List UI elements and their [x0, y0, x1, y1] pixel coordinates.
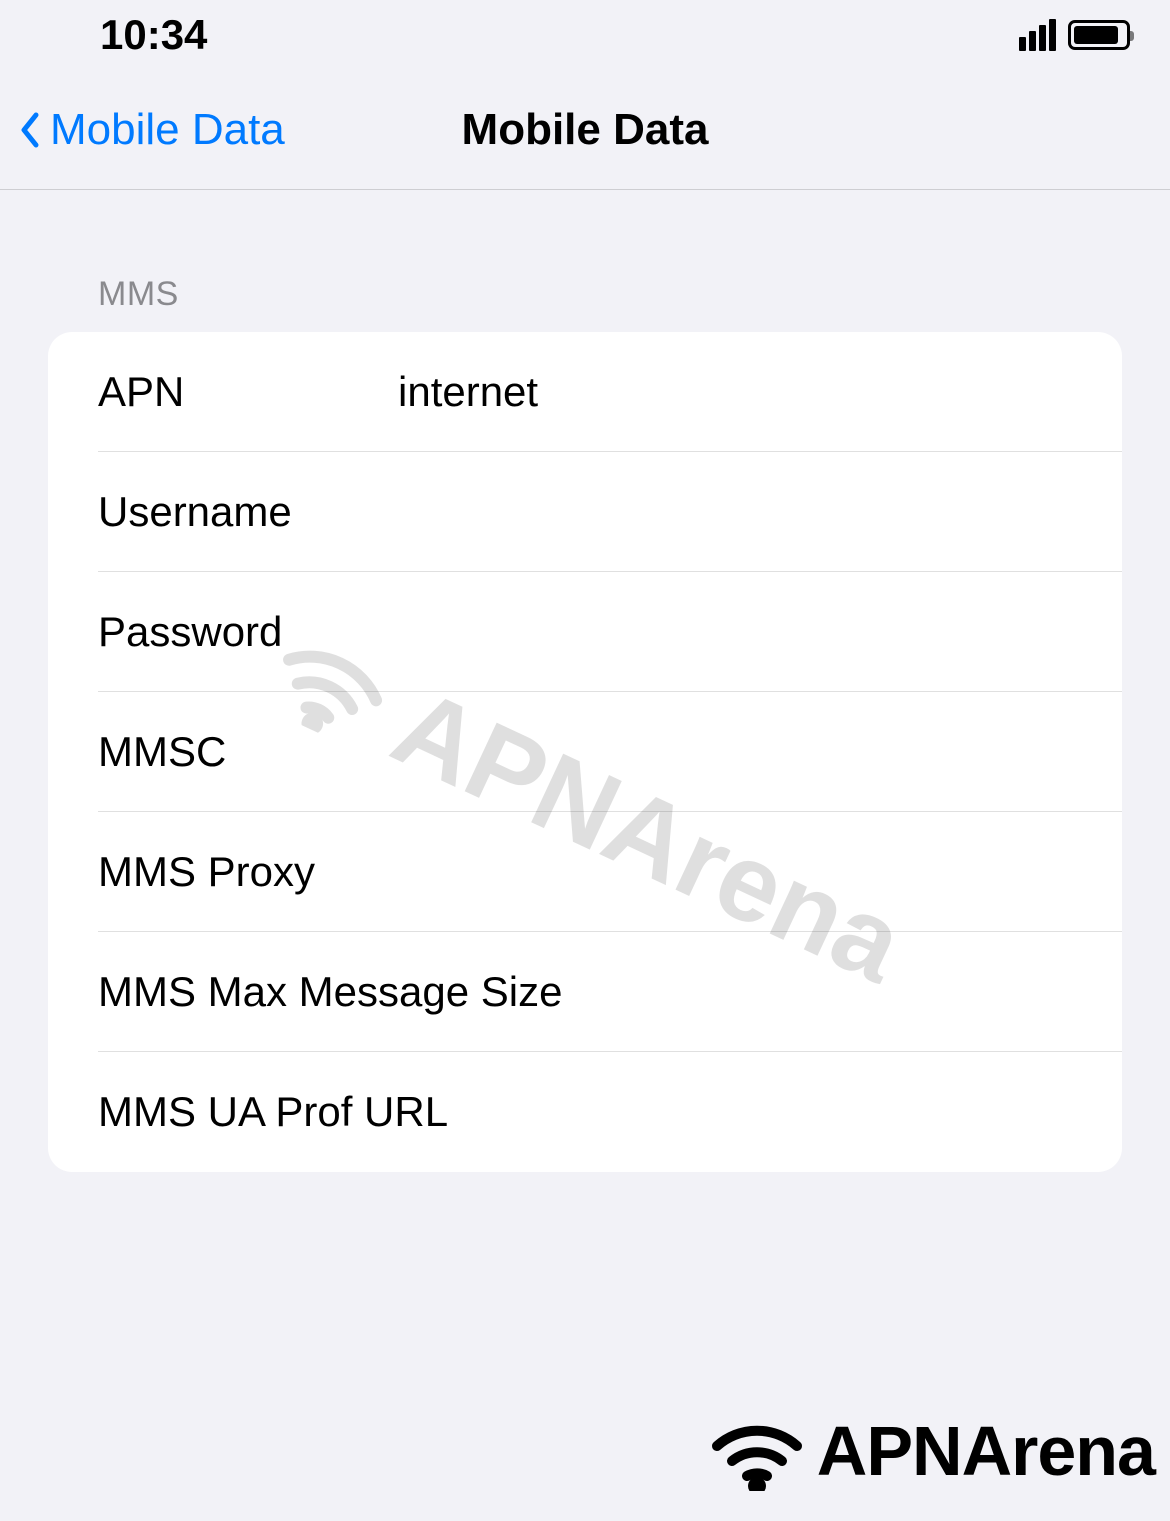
- status-bar: 10:34: [0, 0, 1170, 70]
- back-label: Mobile Data: [50, 105, 285, 155]
- row-label: Password: [98, 608, 398, 656]
- row-label: APN: [98, 368, 398, 416]
- row-label: Username: [98, 488, 398, 536]
- footer-logo: APNArena: [707, 1411, 1155, 1491]
- row-mmsc[interactable]: MMSC: [48, 692, 1122, 812]
- settings-group-mms: APN internet Username Password MMSC MMS …: [48, 332, 1122, 1172]
- wifi-icon: [707, 1411, 807, 1491]
- chevron-left-icon: [20, 112, 40, 148]
- status-right: [1019, 19, 1130, 51]
- section-header-mms: MMS: [0, 190, 1170, 332]
- back-button[interactable]: Mobile Data: [0, 105, 285, 155]
- row-value: internet: [398, 368, 1122, 416]
- row-mms-proxy[interactable]: MMS Proxy: [48, 812, 1122, 932]
- row-mms-max-size[interactable]: MMS Max Message Size: [48, 932, 1122, 1052]
- row-password[interactable]: Password: [48, 572, 1122, 692]
- signal-icon: [1019, 19, 1056, 51]
- status-time: 10:34: [100, 11, 207, 59]
- row-apn[interactable]: APN internet: [48, 332, 1122, 452]
- row-label: MMS UA Prof URL: [98, 1088, 448, 1136]
- row-label: MMS Proxy: [98, 848, 398, 896]
- row-mms-ua-prof[interactable]: MMS UA Prof URL: [48, 1052, 1122, 1172]
- footer-text: APNArena: [817, 1411, 1155, 1491]
- row-username[interactable]: Username: [48, 452, 1122, 572]
- row-label: MMS Max Message Size: [98, 968, 562, 1016]
- page-title: Mobile Data: [462, 105, 709, 155]
- nav-bar: Mobile Data Mobile Data: [0, 70, 1170, 190]
- battery-icon: [1068, 20, 1130, 50]
- row-label: MMSC: [98, 728, 398, 776]
